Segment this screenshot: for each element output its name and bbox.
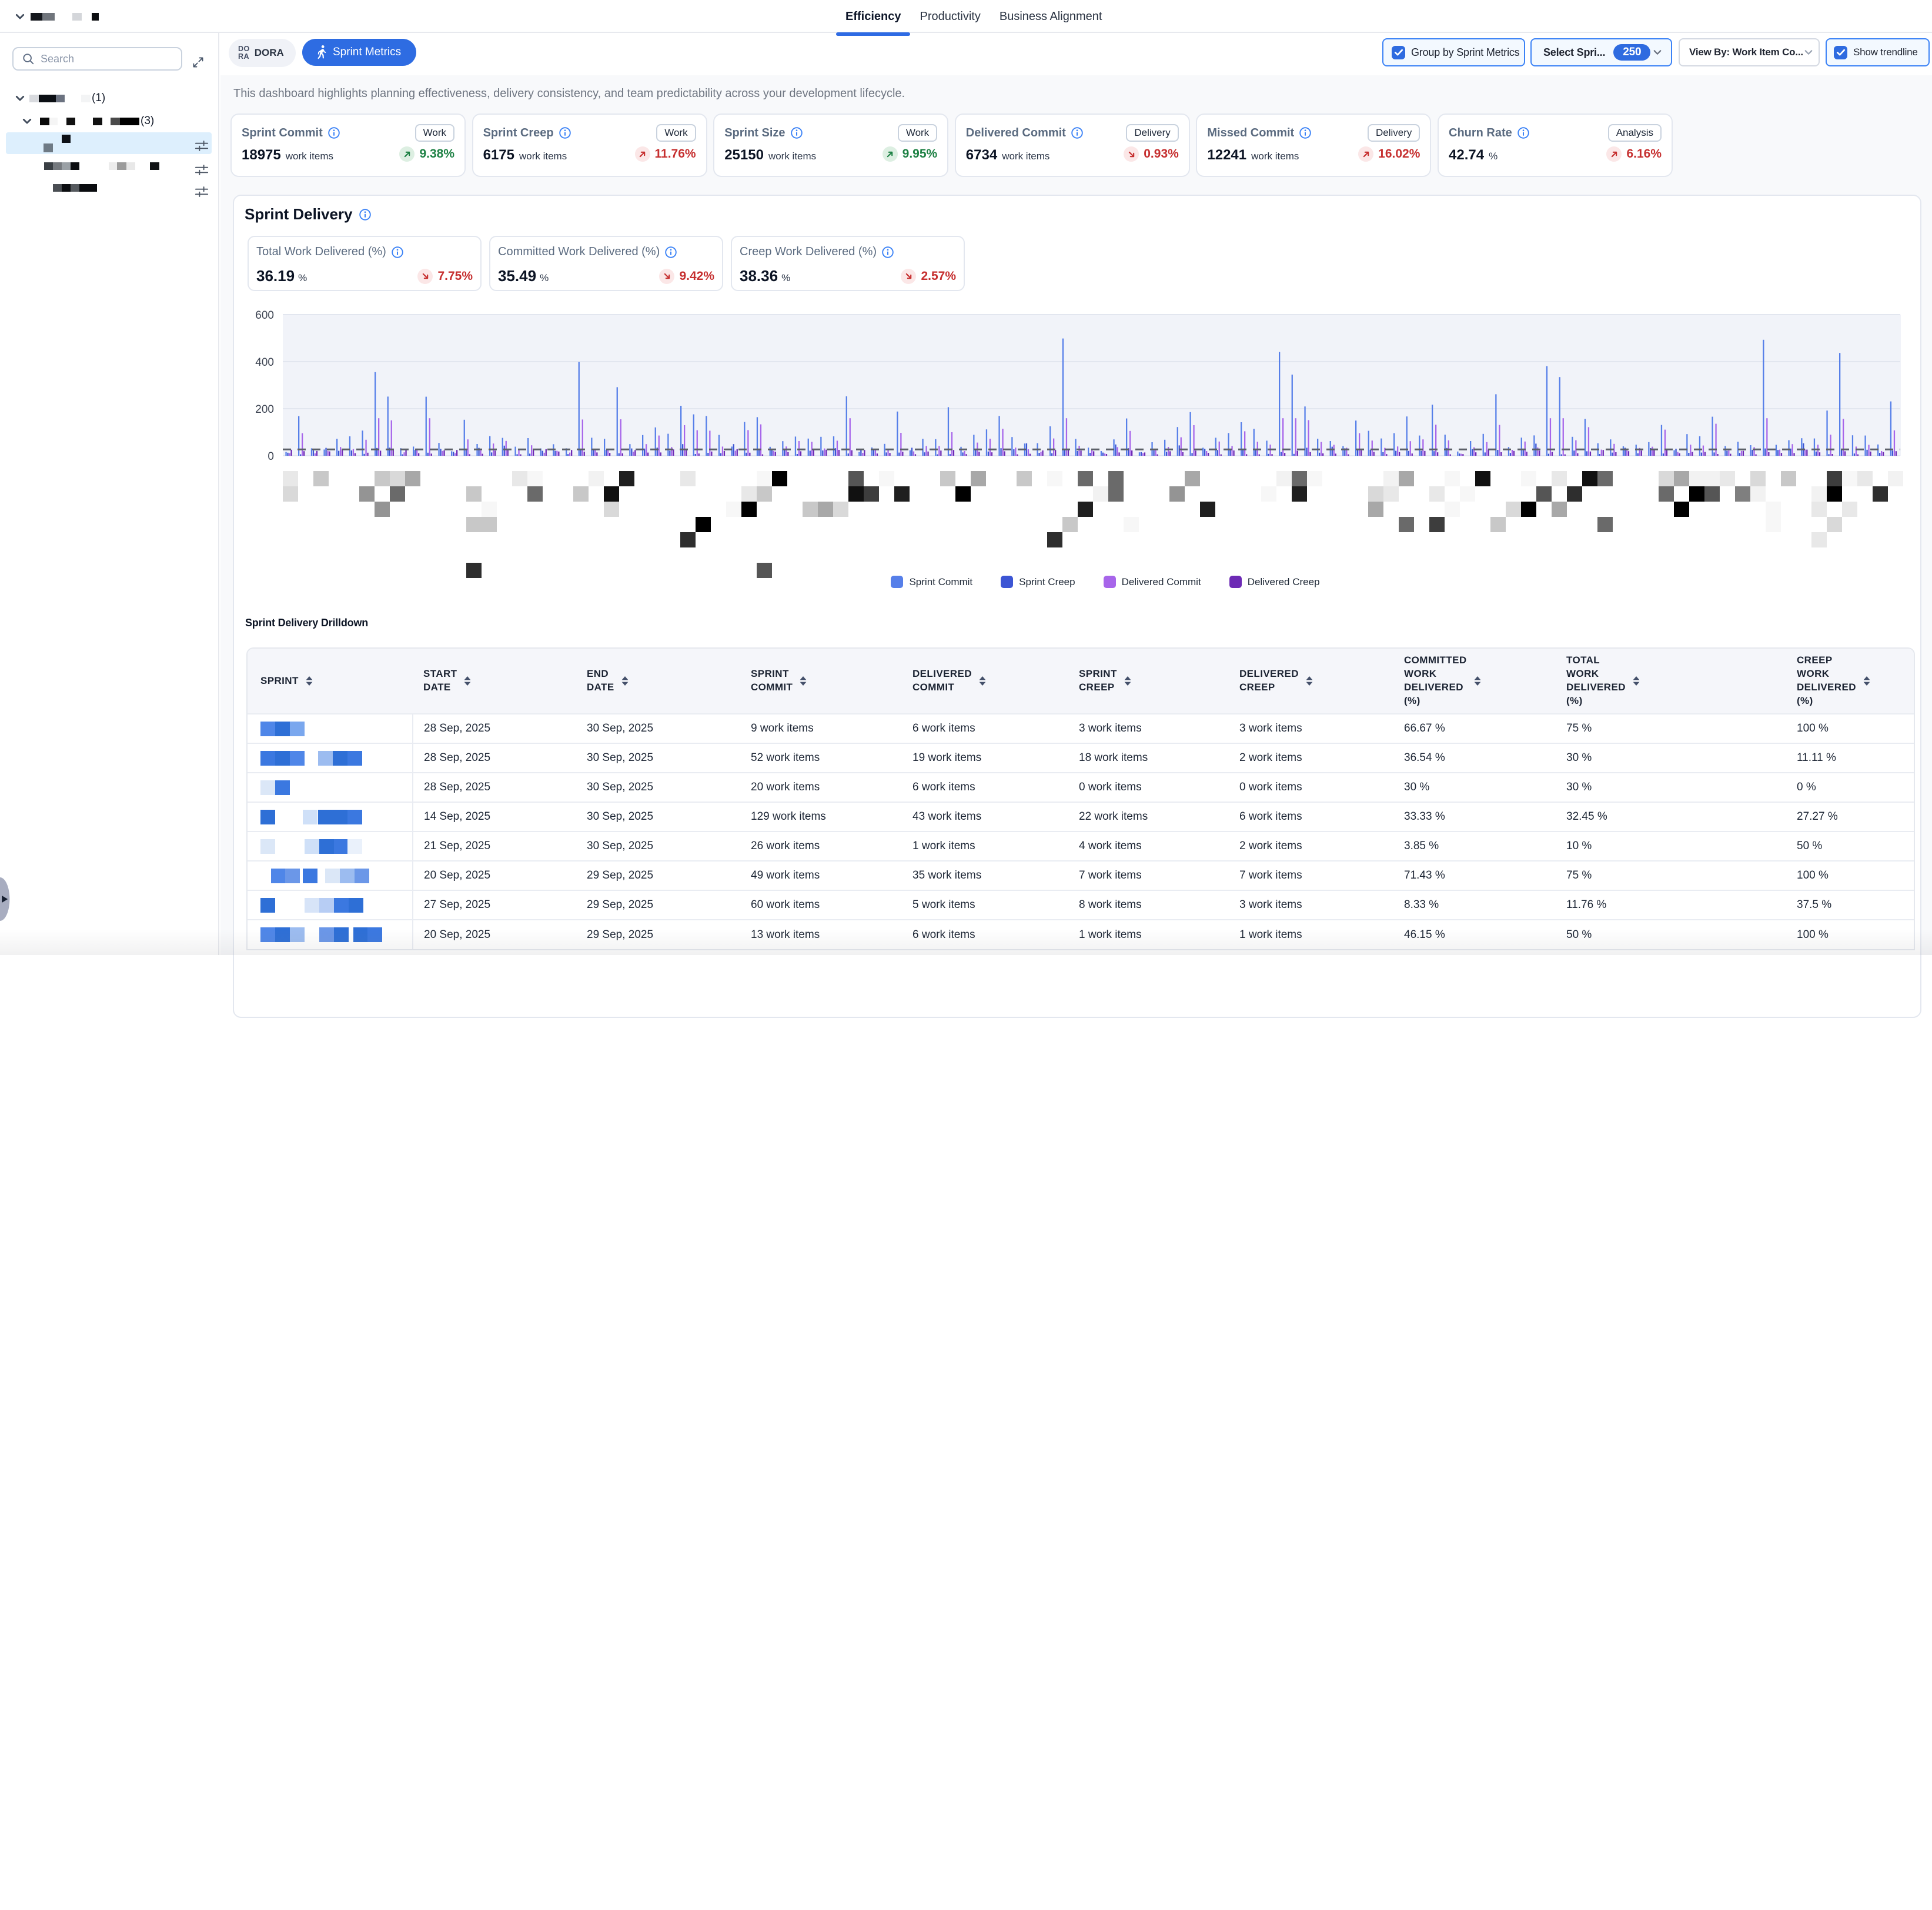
svg-text:600: 600 — [255, 309, 274, 322]
svg-text:0: 0 — [268, 450, 274, 463]
svg-text:200: 200 — [255, 403, 274, 416]
svg-text:400: 400 — [255, 356, 274, 369]
